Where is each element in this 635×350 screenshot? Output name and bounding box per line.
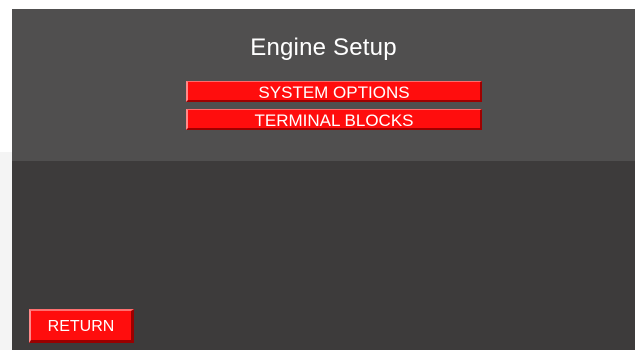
- page-title: Engine Setup: [250, 34, 397, 61]
- return-button[interactable]: RETURN: [29, 309, 134, 343]
- left-margin-strip: [0, 152, 12, 350]
- terminal-blocks-button[interactable]: TERMINAL BLOCKS: [186, 109, 482, 130]
- hmi-screen: Engine Setup SYSTEM OPTIONS TERMINAL BLO…: [12, 9, 635, 350]
- header-panel: Engine Setup SYSTEM OPTIONS TERMINAL BLO…: [12, 9, 635, 161]
- system-options-button[interactable]: SYSTEM OPTIONS: [186, 81, 482, 102]
